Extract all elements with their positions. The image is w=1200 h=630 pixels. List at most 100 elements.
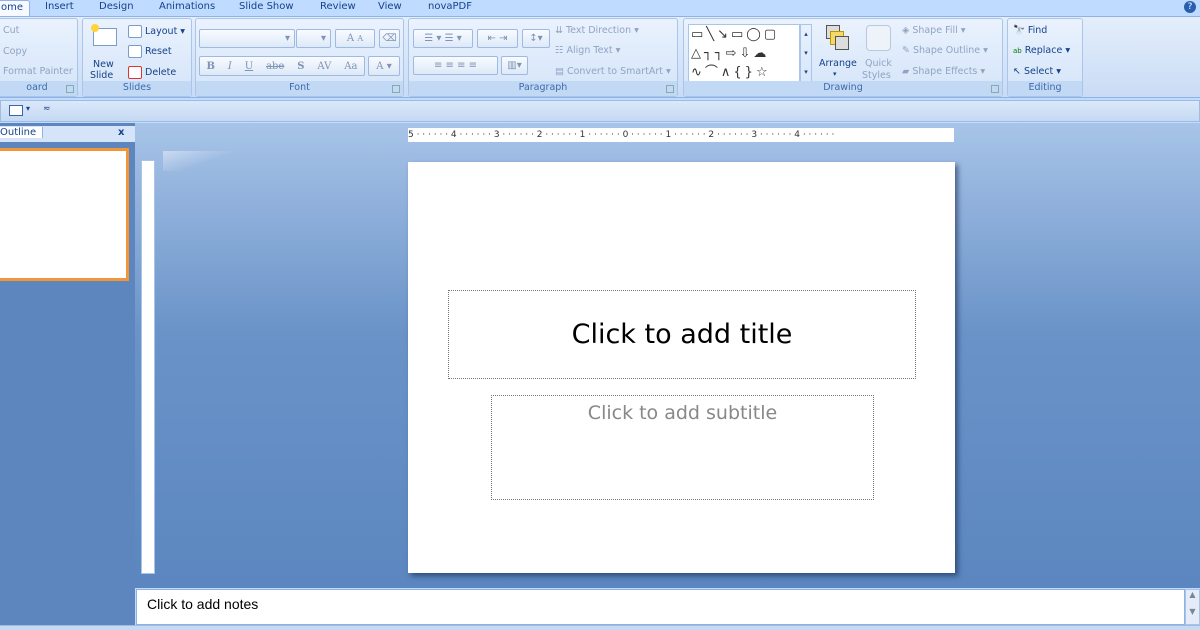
shapes-gallery[interactable]: ▭╲↘▭◯▢ △┐┐⇨⇩☁ ∿⌒∧{}☆ [688, 24, 800, 82]
convert-smartart-label: Convert to SmartArt [566, 66, 663, 77]
shape-outline-button[interactable]: ✎ Shape Outline ▾ [902, 45, 988, 56]
format-painter-button[interactable]: Format Painter [3, 66, 73, 77]
bullets-numbering-buttons[interactable]: ☰ ▾ ☰ ▾ [413, 29, 473, 48]
copy-button[interactable]: Copy [3, 46, 27, 57]
view-icon[interactable] [9, 105, 23, 116]
new-slide-button[interactable]: New Slide [89, 22, 121, 84]
text-direction-icon: ⇊ [555, 25, 563, 36]
dialog-launcher-icon[interactable] [66, 85, 74, 93]
italic-button[interactable]: I [228, 61, 232, 72]
replace-button[interactable]: ab Replace ▾ [1013, 45, 1070, 56]
slides-outline-pane: Outline x [0, 123, 135, 626]
delete-label: Delete [145, 67, 177, 78]
tab-slide-show[interactable]: Slide Show [239, 0, 294, 17]
underline-button[interactable]: U [245, 61, 253, 72]
title-placeholder[interactable]: Click to add title [448, 290, 916, 379]
shapes-gallery-scroll[interactable]: ▴ ▾ ▾ [800, 24, 812, 82]
tab-insert[interactable]: Insert [45, 0, 74, 17]
notes-scrollbar[interactable]: ▲ ▼ [1185, 589, 1200, 625]
layout-button[interactable]: Layout ▾ [128, 25, 185, 38]
tab-view[interactable]: View [378, 0, 402, 17]
horizontal-ruler[interactable]: 5 · · · · · · 4 · · · · · · 3 · · · · · … [408, 128, 954, 142]
strikethrough-button[interactable]: abe [266, 61, 284, 72]
slide-canvas[interactable]: Click to add title Click to add subtitle [408, 162, 955, 573]
shape-effects-icon: ▰ [902, 66, 910, 77]
dialog-launcher-icon[interactable] [392, 85, 400, 93]
customize-toolbar-icon[interactable]: ≂ [43, 104, 51, 114]
grow-font-button[interactable]: A [347, 33, 354, 44]
shadow-button[interactable]: S [297, 61, 304, 72]
reset-label: Reset [145, 46, 172, 57]
font-name-dropdown[interactable]: ▾ [199, 29, 295, 48]
notes-pane[interactable]: Click to add notes [136, 589, 1185, 625]
tab-novapdf[interactable]: novaPDF [428, 0, 472, 17]
subtitle-placeholder[interactable]: Click to add subtitle [491, 395, 874, 500]
columns-button[interactable]: ▥▾ [501, 56, 528, 75]
group-label: Font [196, 81, 403, 96]
change-case-button[interactable]: Aa [344, 61, 357, 72]
vertical-ruler[interactable] [141, 160, 155, 574]
tab-animations[interactable]: Animations [159, 0, 215, 17]
font-color-label: A [376, 60, 384, 72]
smartart-icon: ▤ [555, 66, 564, 77]
quick-styles-icon [866, 25, 891, 51]
grow-shrink-font-buttons[interactable]: A A [335, 29, 375, 48]
shape-effects-button[interactable]: ▰ Shape Effects ▾ [902, 66, 985, 77]
text-direction-button[interactable]: ⇊ Text Direction ▾ [555, 25, 639, 36]
shape-fill-label: Shape Fill [912, 25, 958, 36]
layout-label: Layout [145, 26, 178, 37]
arrange-label: Arrange [819, 58, 857, 69]
scroll-up-icon[interactable]: ▲ [1186, 590, 1199, 599]
align-text-icon: ☷ [555, 45, 564, 56]
slide-thumbnail[interactable] [0, 148, 129, 281]
quick-styles-label: Quick [865, 58, 892, 69]
outline-tab[interactable]: Outline [0, 127, 44, 138]
reset-button[interactable]: Reset [128, 45, 172, 58]
paint-bucket-icon: ◈ [902, 25, 910, 36]
slides-group: New Slide Layout ▾ Reset Delete Slides [82, 18, 192, 97]
new-slide-label: New [93, 59, 114, 70]
reset-icon [128, 45, 142, 58]
find-label: Find [1027, 25, 1048, 36]
pen-icon: ✎ [902, 45, 910, 56]
binoculars-icon: 🔭 [1013, 25, 1025, 36]
shape-outline-label: Shape Outline [912, 45, 981, 56]
font-size-dropdown[interactable]: ▾ [296, 29, 331, 48]
group-label: Editing [1008, 81, 1082, 96]
align-text-button[interactable]: ☷ Align Text ▾ [555, 45, 620, 56]
dropdown-icon[interactable]: ▾ [26, 104, 30, 113]
dialog-launcher-icon[interactable] [991, 85, 999, 93]
font-color-button[interactable]: A ▾ [368, 56, 400, 76]
alignment-buttons[interactable]: ≡ ≡ ≡ ≡ [413, 56, 498, 75]
group-label: Paragraph [409, 81, 677, 96]
quick-access-toolbar: ▾ ≂ [0, 100, 1200, 122]
cut-button[interactable]: Cut [3, 25, 19, 36]
help-icon[interactable]: ? [1184, 1, 1196, 13]
title-placeholder-text: Click to add title [571, 319, 793, 350]
tab-home[interactable]: ome [0, 0, 31, 17]
font-group: ▾ ▾ A A ⌫ B I U abe S AV Aa A ▾ Font [195, 18, 404, 97]
close-pane-icon[interactable]: x [118, 127, 124, 138]
tab-review[interactable]: Review [320, 0, 356, 17]
shrink-font-button[interactable]: A [357, 34, 363, 43]
find-button[interactable]: 🔭 Find [1013, 25, 1047, 36]
tab-design[interactable]: Design [99, 0, 134, 17]
star-icon [91, 24, 99, 32]
scroll-down-icon[interactable]: ▼ [1186, 607, 1199, 616]
dialog-launcher-icon[interactable] [666, 85, 674, 93]
select-button[interactable]: ↖ Select ▾ [1013, 66, 1061, 77]
shape-fill-button[interactable]: ◈ Shape Fill ▾ [902, 25, 966, 36]
convert-smartart-button[interactable]: ▤ Convert to SmartArt ▾ [555, 66, 671, 77]
bold-button[interactable]: B [206, 61, 214, 72]
quick-styles-button[interactable]: Quick Styles ▾ [860, 22, 896, 92]
arrange-button[interactable]: Arrange ▾ [818, 22, 857, 84]
text-direction-label: Text Direction [565, 25, 632, 36]
line-spacing-button[interactable]: ↕▾ [522, 29, 550, 48]
clear-formatting-button[interactable]: ⌫ [379, 29, 400, 48]
delete-button[interactable]: Delete [128, 66, 176, 79]
shape-effects-label: Shape Effects [912, 66, 978, 77]
group-label: Drawing [684, 81, 1002, 96]
character-spacing-button[interactable]: AV [317, 61, 331, 72]
indent-buttons[interactable]: ⇤ ⇥ [477, 29, 518, 48]
drawing-group: ▭╲↘▭◯▢ △┐┐⇨⇩☁ ∿⌒∧{}☆ ▴ ▾ ▾ Arrange ▾ Quick S… [683, 18, 1003, 97]
